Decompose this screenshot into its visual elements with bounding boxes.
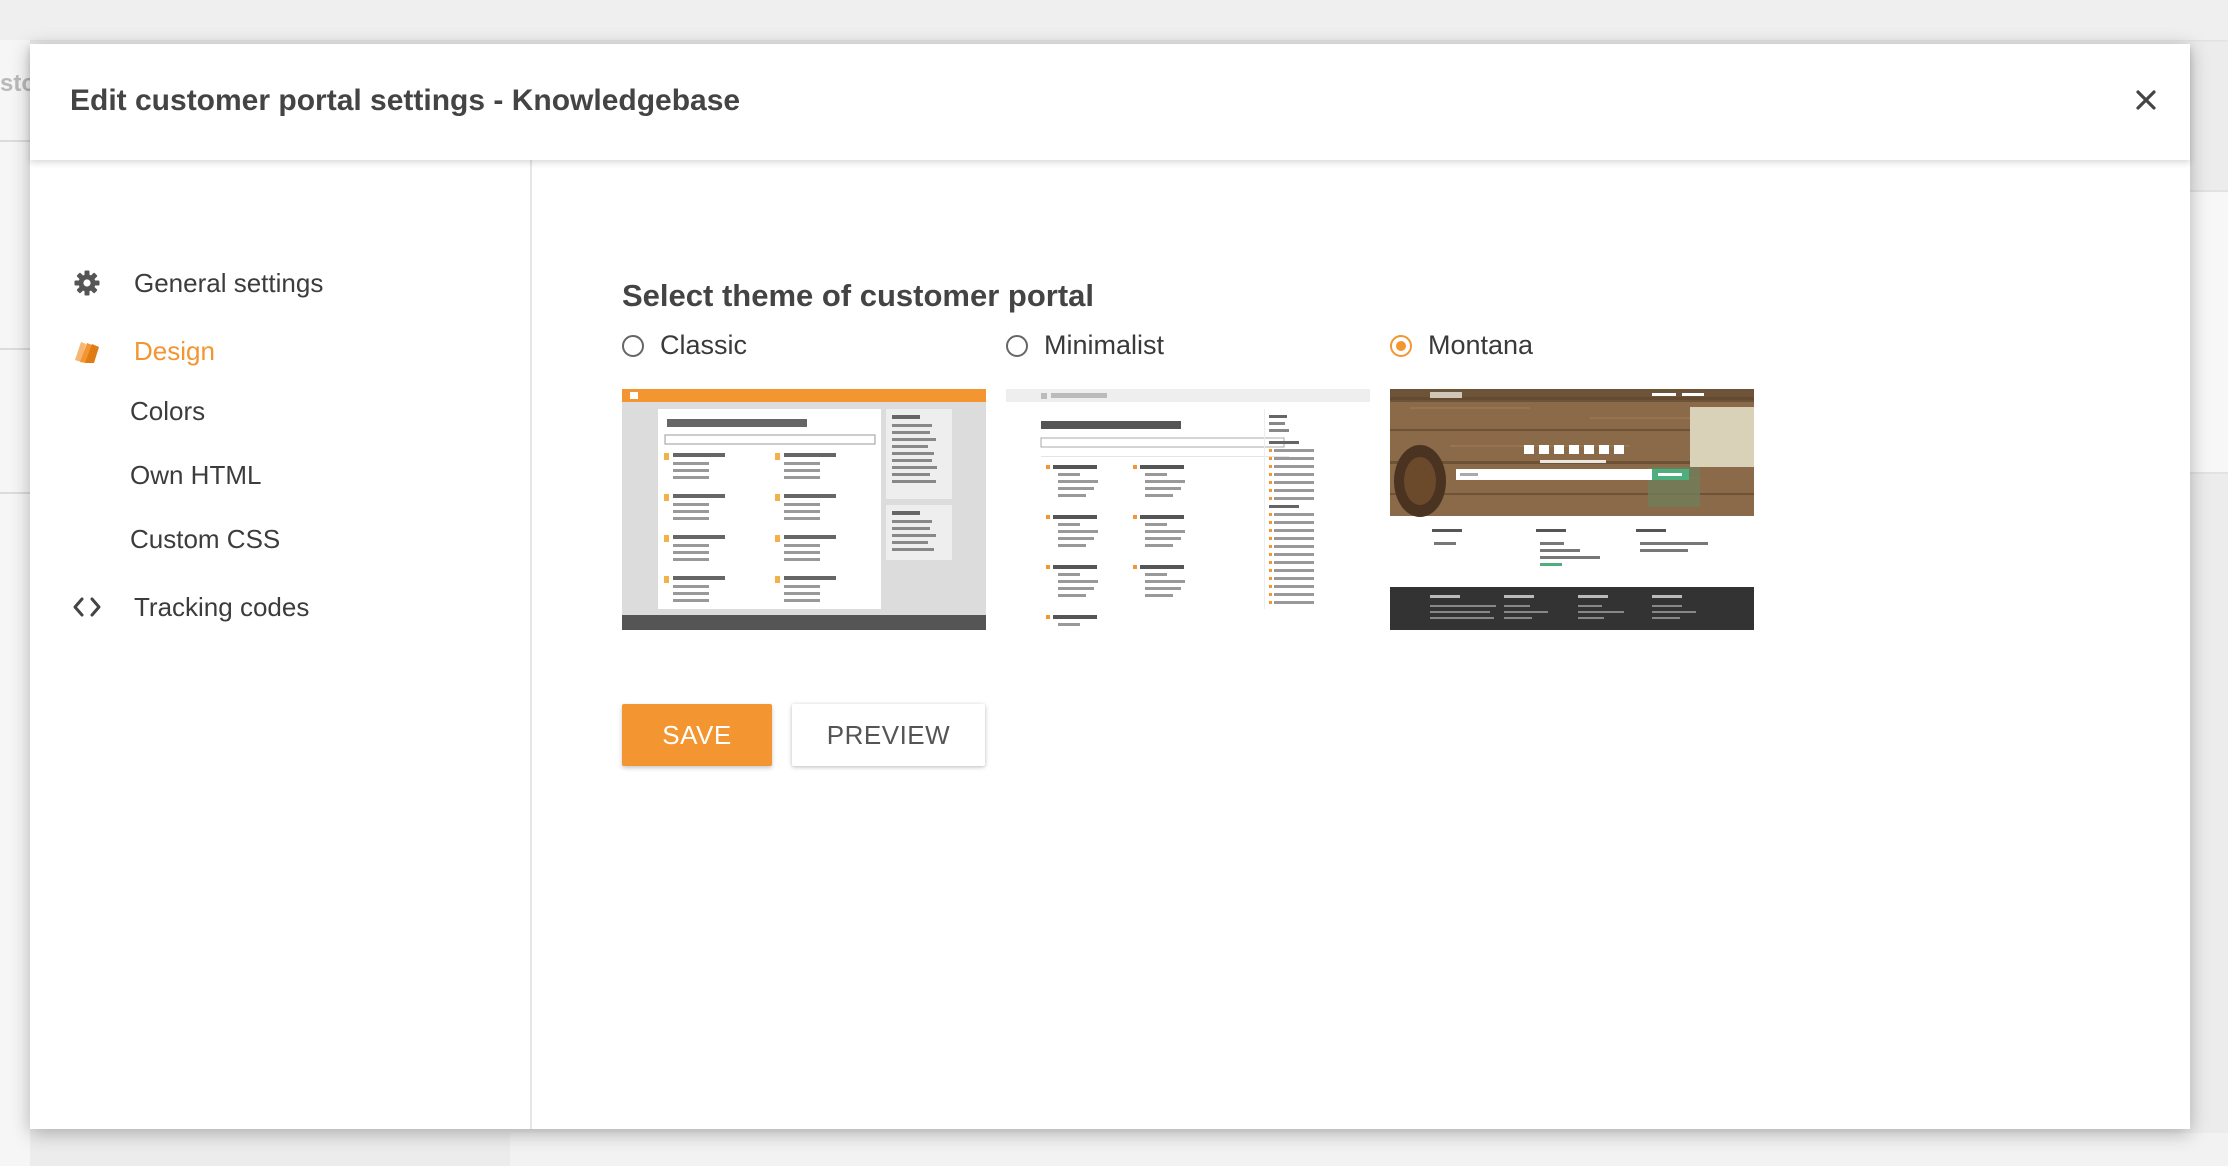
theme-thumbnail-montana[interactable] (1390, 389, 1754, 630)
main-content: Select theme of customer portal Classic … (532, 160, 2190, 1129)
background-bottom-bar (510, 1133, 2228, 1166)
dialog-header: Edit customer portal settings - Knowledg… (30, 44, 2190, 160)
theme-thumbnail-classic[interactable] (622, 389, 986, 630)
radio-button[interactable] (1006, 334, 1028, 357)
background-right-panel (2190, 190, 2228, 474)
sidebar-item-label: General settings (134, 267, 324, 298)
sidebar-subitem-own-html[interactable]: Own HTML (130, 460, 261, 491)
close-icon (2136, 90, 2156, 110)
sidebar-subitem-colors[interactable]: Colors (130, 396, 205, 427)
sidebar-item-design[interactable]: Design (30, 323, 530, 379)
paint-swatch-icon (72, 336, 102, 366)
theme-thumbnail-minimalist[interactable] (1006, 389, 1370, 630)
sidebar-item-label: Tracking codes (134, 591, 310, 622)
background-divider (0, 140, 30, 142)
sidebar-nav: General settings Design Colors Own HTML … (30, 160, 532, 1129)
gear-icon (72, 268, 102, 298)
sidebar-item-label: Design (134, 335, 215, 366)
settings-dialog: Edit customer portal settings - Knowledg… (30, 44, 2190, 1129)
background-divider (0, 348, 30, 350)
theme-option-label: Montana (1428, 330, 1534, 360)
sidebar-item-tracking-codes[interactable]: Tracking codes (30, 579, 530, 635)
radio-button-selected[interactable] (1390, 334, 1412, 357)
theme-option-montana[interactable]: Montana (1390, 330, 1533, 361)
background-left-rail (0, 40, 30, 1166)
theme-option-label: Minimalist (1044, 330, 1165, 360)
theme-option-minimalist[interactable]: Minimalist (1006, 330, 1164, 361)
theme-option-label: Classic (660, 330, 748, 360)
preview-button[interactable]: PREVIEW (792, 704, 985, 766)
sidebar-subitem-custom-css[interactable]: Custom CSS (130, 524, 280, 555)
background-topbar (0, 0, 2228, 40)
dialog-title: Edit customer portal settings - Knowledg… (70, 84, 741, 117)
section-title: Select theme of customer portal (622, 278, 1095, 313)
background-divider (0, 492, 30, 494)
close-button[interactable] (2126, 80, 2166, 120)
save-button[interactable]: SAVE (622, 704, 772, 766)
sidebar-item-general-settings[interactable]: General settings (30, 255, 530, 311)
theme-option-classic[interactable]: Classic (622, 330, 747, 361)
code-brackets-icon (72, 592, 102, 622)
radio-button[interactable] (622, 334, 644, 357)
